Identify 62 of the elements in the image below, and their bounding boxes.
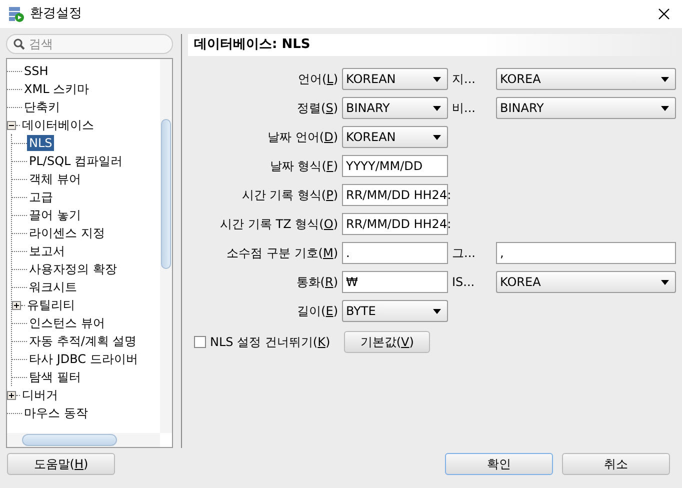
tree-item[interactable]: 사용자정의 확장 xyxy=(27,261,119,277)
field-label: 정렬(S) xyxy=(296,100,338,117)
dropdown[interactable]: KOREA xyxy=(496,271,676,293)
expand-icon[interactable] xyxy=(12,300,21,310)
text-field[interactable]: , xyxy=(496,242,676,264)
field-label: 시간 기록 형식(P) xyxy=(240,187,338,204)
tree-item[interactable]: 인스턴스 뷰어 xyxy=(27,315,107,331)
tree-item[interactable]: XML 스키마 xyxy=(22,81,92,97)
field-label: 비... xyxy=(452,100,476,117)
field-label: IS... xyxy=(452,274,476,291)
horizontal-scrollbar[interactable] xyxy=(7,433,160,447)
dropdown[interactable]: KOREAN xyxy=(342,68,448,90)
help-button[interactable]: 도움말(H) xyxy=(7,453,115,475)
ok-button[interactable]: 확인 xyxy=(445,453,553,475)
app-icon xyxy=(8,6,24,22)
tree-item[interactable]: 단축키 xyxy=(22,99,62,115)
field-label: 시간 기록 TZ 형식(O) xyxy=(219,216,338,233)
tree-item[interactable]: 디버거 xyxy=(20,387,60,403)
defaults-button[interactable]: 기본값(V) xyxy=(344,331,430,353)
dropdown[interactable]: KOREAN xyxy=(342,126,448,148)
checkbox-label[interactable]: NLS 설정 건너뛰기(K) xyxy=(210,333,330,351)
search-field[interactable]: 검색 xyxy=(6,34,174,54)
tree-item[interactable]: SSH xyxy=(22,63,50,79)
tree-item[interactable]: 자동 추적/계획 설명 xyxy=(27,333,139,349)
text-field[interactable]: RR/MM/DD HH24: xyxy=(342,213,448,235)
tree-item[interactable]: 유틸리티 xyxy=(25,297,77,313)
vertical-scrollbar[interactable] xyxy=(160,59,172,433)
search-icon xyxy=(13,38,25,50)
field-label: 통화(R) xyxy=(295,274,338,291)
expand-icon[interactable] xyxy=(7,390,16,400)
tree-item[interactable]: 타사 JDBC 드라이버 xyxy=(27,351,140,367)
close-icon xyxy=(658,8,670,20)
field-label: 날짜 언어(D) xyxy=(266,129,338,146)
window-title: 환경설정 xyxy=(30,5,82,24)
text-field[interactable]: YYYY/MM/DD xyxy=(342,155,448,177)
tree-item[interactable]: PL/SQL 컴파일러 xyxy=(27,153,125,169)
collapse-icon[interactable] xyxy=(7,120,16,130)
tree-item[interactable]: 마우스 동작 xyxy=(22,405,90,421)
field-label: 길이(E) xyxy=(296,303,338,320)
tree-item[interactable]: 라이센스 지정 xyxy=(27,225,107,241)
tree-item[interactable]: 끌어 놓기 xyxy=(27,207,83,223)
dropdown[interactable]: KOREA xyxy=(496,68,676,90)
tree-item[interactable]: 데이터베이스 xyxy=(20,117,96,133)
dropdown[interactable]: BINARY xyxy=(496,97,676,119)
tree-item[interactable]: 객체 뷰어 xyxy=(27,171,83,187)
field-label: 소수점 구분 기호(M) xyxy=(226,245,338,262)
tree-item[interactable]: 고급 xyxy=(27,189,55,205)
tree-item[interactable]: NLS xyxy=(27,135,54,151)
cancel-button[interactable]: 취소 xyxy=(562,453,670,475)
field-label: 지... xyxy=(452,71,476,88)
field-label: 언어(L) xyxy=(296,71,338,88)
dropdown[interactable]: BYTE xyxy=(342,300,448,322)
field-label: 그... xyxy=(452,245,476,262)
checkbox[interactable] xyxy=(194,336,206,348)
dropdown[interactable]: BINARY xyxy=(342,97,448,119)
tree-item[interactable]: 워크시트 xyxy=(27,279,79,295)
text-field[interactable]: . xyxy=(342,242,448,264)
text-field[interactable]: ₩ xyxy=(342,271,448,293)
text-field[interactable]: RR/MM/DD HH24: xyxy=(342,184,448,206)
tree-item[interactable]: 보고서 xyxy=(27,243,67,259)
tree-item[interactable]: 탐색 필터 xyxy=(27,369,83,385)
field-label: 날짜 형식(F) xyxy=(268,158,338,175)
